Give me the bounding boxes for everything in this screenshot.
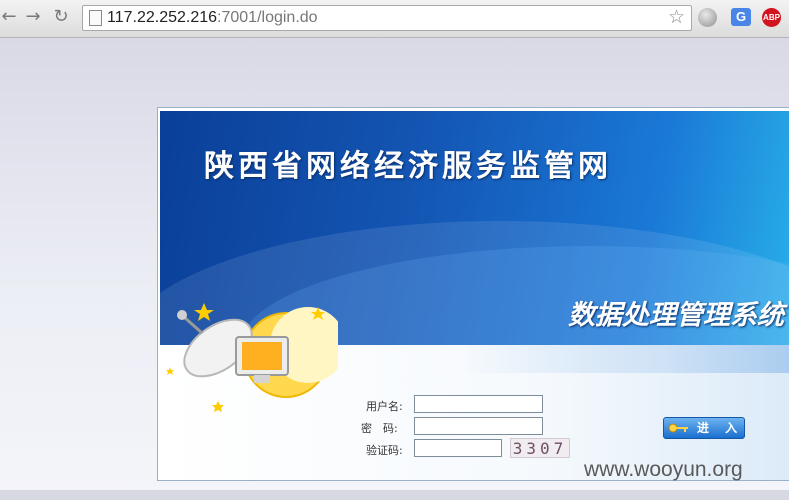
page-icon [89,10,102,26]
decorative-stripe [460,345,789,373]
address-bar[interactable]: 117.22.252.216:7001/login.do ☆ [82,5,692,31]
captcha-input[interactable] [414,439,502,457]
browser-toolbar: ← → ↻ 117.22.252.216:7001/login.do ☆ G A… [0,0,789,38]
globe-icon[interactable] [698,8,717,27]
captcha-label: 验证码: [366,444,403,457]
monitor-screen [242,342,282,370]
star-decoration-icon [166,367,174,375]
translate-icon[interactable]: G [731,8,751,26]
back-arrow-icon[interactable]: ← [0,6,20,28]
star-decoration-icon [194,303,214,321]
forward-arrow-icon[interactable]: → [22,6,44,28]
satellite-computer-illustration [166,303,338,412]
system-subtitle: 数据处理管理系统 [568,300,784,331]
star-icon[interactable]: ☆ [668,7,685,27]
enter-button[interactable]: 进 入 [663,417,745,439]
url-text[interactable]: 117.22.252.216:7001/login.do [107,9,318,27]
enter-button-label: 进 入 [697,421,744,435]
dish-feed [177,310,187,320]
captcha-image[interactable]: 3307 [510,438,570,458]
watermark: www.wooyun.org [584,458,743,481]
password-input[interactable] [414,417,543,435]
password-label: 密 码: [361,422,398,435]
reload-icon[interactable]: ↻ [50,6,72,28]
url-path: :7001/login.do [217,9,318,26]
star-decoration-icon [212,401,224,412]
adblock-plus-icon[interactable]: ABP [762,8,781,27]
url-host: 117.22.252.216 [107,9,218,26]
username-label: 用户名: [366,400,403,413]
login-panel: 陕西省网络经济服务监管网 数据处理管理系统 用户名: 密 码: 验证码: 330… [157,107,789,481]
username-input[interactable] [414,395,543,413]
key-icon [668,423,688,433]
page-footer-strip [0,490,789,500]
monitor-stand [254,375,270,383]
site-title: 陕西省网络经济服务监管网 [204,149,612,184]
